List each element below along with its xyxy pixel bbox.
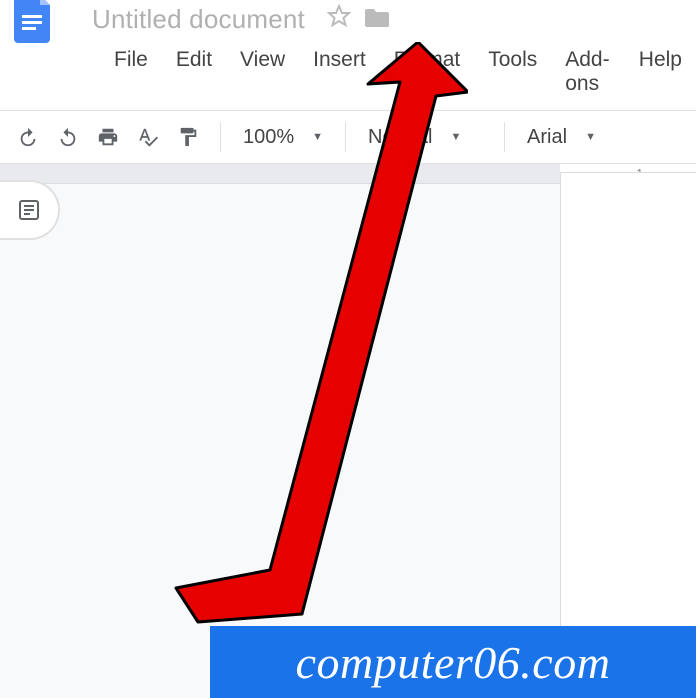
menu-format[interactable]: Format <box>380 44 475 100</box>
toolbar-separator <box>220 122 221 152</box>
menu-edit[interactable]: Edit <box>162 44 226 100</box>
document-title[interactable]: Untitled document <box>92 4 305 35</box>
menubar: File Edit View Insert Format Tools Add-o… <box>10 38 696 110</box>
menu-addons[interactable]: Add-ons <box>551 44 625 100</box>
undo-button[interactable] <box>10 119 46 155</box>
watermark-text: computer06.com <box>296 636 611 689</box>
ruler-margin-shade <box>0 164 560 183</box>
spellcheck-button[interactable] <box>130 119 166 155</box>
paragraph-style-dropdown[interactable]: Normal ▼ <box>360 119 490 155</box>
print-button[interactable] <box>90 119 126 155</box>
paragraph-style-value: Normal <box>368 126 432 149</box>
menu-view[interactable]: View <box>226 44 299 100</box>
chevron-down-icon: ▼ <box>585 131 596 143</box>
chevron-down-icon: ▼ <box>451 131 462 143</box>
document-page[interactable] <box>560 172 696 692</box>
menu-tools[interactable]: Tools <box>474 44 551 100</box>
toolbar: 100% ▼ Normal ▼ Arial ▼ <box>0 110 696 164</box>
paint-format-button[interactable] <box>170 119 206 155</box>
menu-insert[interactable]: Insert <box>299 44 380 100</box>
menu-file[interactable]: File <box>100 44 162 100</box>
chevron-down-icon: ▼ <box>312 131 323 143</box>
title-row: Untitled document <box>10 0 696 38</box>
docs-app-icon[interactable] <box>10 0 58 43</box>
document-outline-button[interactable] <box>0 180 60 240</box>
move-folder-icon[interactable] <box>365 5 389 34</box>
toolbar-separator <box>504 122 505 152</box>
font-dropdown[interactable]: Arial ▼ <box>519 119 649 155</box>
font-value: Arial <box>527 126 567 149</box>
toolbar-separator <box>345 122 346 152</box>
menu-help[interactable]: Help <box>625 44 696 100</box>
watermark: computer06.com <box>210 626 696 698</box>
star-icon[interactable] <box>327 4 351 35</box>
redo-button[interactable] <box>50 119 86 155</box>
zoom-value: 100% <box>243 126 294 149</box>
header: Untitled document File Edit View Insert … <box>0 0 696 110</box>
zoom-dropdown[interactable]: 100% ▼ <box>235 119 331 155</box>
